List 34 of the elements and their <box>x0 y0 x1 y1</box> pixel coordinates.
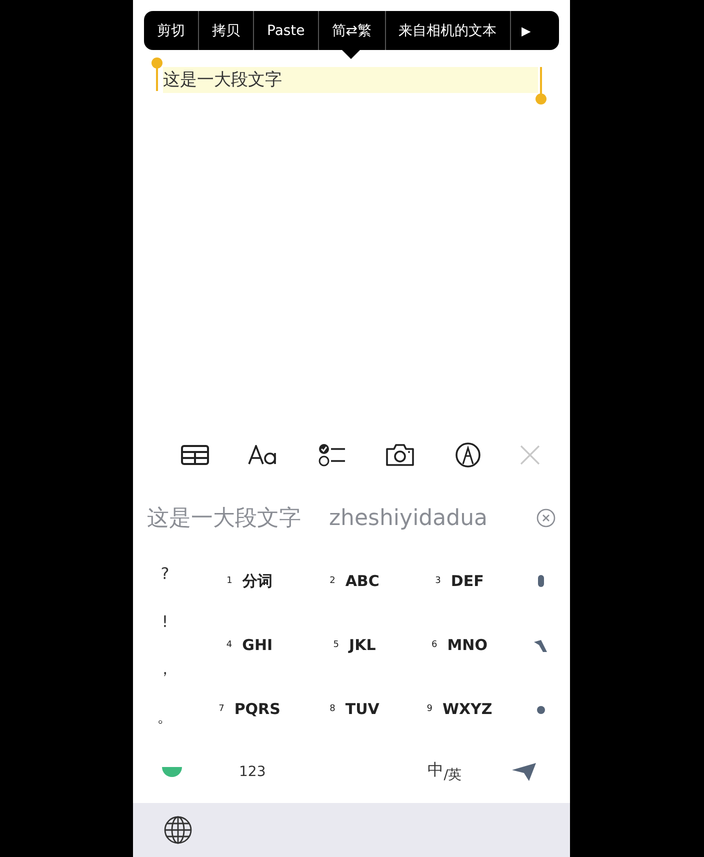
punctuation-key[interactable]: ， <box>150 649 180 689</box>
keyboard-key[interactable]: 9 WXYZ <box>407 677 512 741</box>
send-icon[interactable] <box>511 762 538 782</box>
table-icon[interactable] <box>181 445 209 465</box>
keyboard-key[interactable]: 8 TUV <box>302 677 407 741</box>
dot-icon[interactable] <box>536 705 546 716</box>
keyboard-key[interactable]: 3 DEF <box>407 549 512 613</box>
camera-icon[interactable] <box>385 444 416 466</box>
pen-icon[interactable] <box>454 442 481 468</box>
keyboard-key[interactable]: 1 分词 <box>197 549 302 613</box>
menu-item[interactable]: Paste <box>254 11 319 50</box>
menu-item[interactable]: 拷贝 <box>199 11 254 50</box>
menu-item[interactable]: 剪切 <box>144 11 199 50</box>
numbers-key[interactable]: 123 <box>233 763 272 781</box>
pill-icon[interactable] <box>537 574 545 587</box>
keyboard-key[interactable]: 4 GHI <box>197 613 302 677</box>
selection-handle-icon[interactable] <box>535 67 547 105</box>
keyboard-key[interactable]: 7 PQRS <box>197 677 302 741</box>
checklist-icon[interactable] <box>318 443 346 467</box>
language-key[interactable]: 中$_{/英}$ <box>422 758 468 786</box>
globe-icon[interactable] <box>164 816 192 844</box>
clear-icon[interactable] <box>536 508 556 528</box>
keyboard-key[interactable]: 2 ABC <box>302 549 407 613</box>
menu-item[interactable]: 来自相机的文本 <box>386 11 511 50</box>
text-format-icon[interactable] <box>248 445 278 465</box>
punctuation-key[interactable]: ! <box>150 601 180 641</box>
keyboard-key[interactable]: 6 MNO <box>407 613 512 677</box>
keyboard-key[interactable]: 5 JKL <box>302 613 407 677</box>
selected-text: 这是一大段文字 <box>163 67 538 93</box>
selection-handle-icon[interactable] <box>151 57 163 91</box>
punctuation-key[interactable]: ? <box>150 553 180 593</box>
punctuation-key[interactable]: 。 <box>150 697 180 737</box>
pinyin-text: zheshiyidadua <box>329 506 489 530</box>
more-button[interactable]: ▶ <box>510 11 542 50</box>
